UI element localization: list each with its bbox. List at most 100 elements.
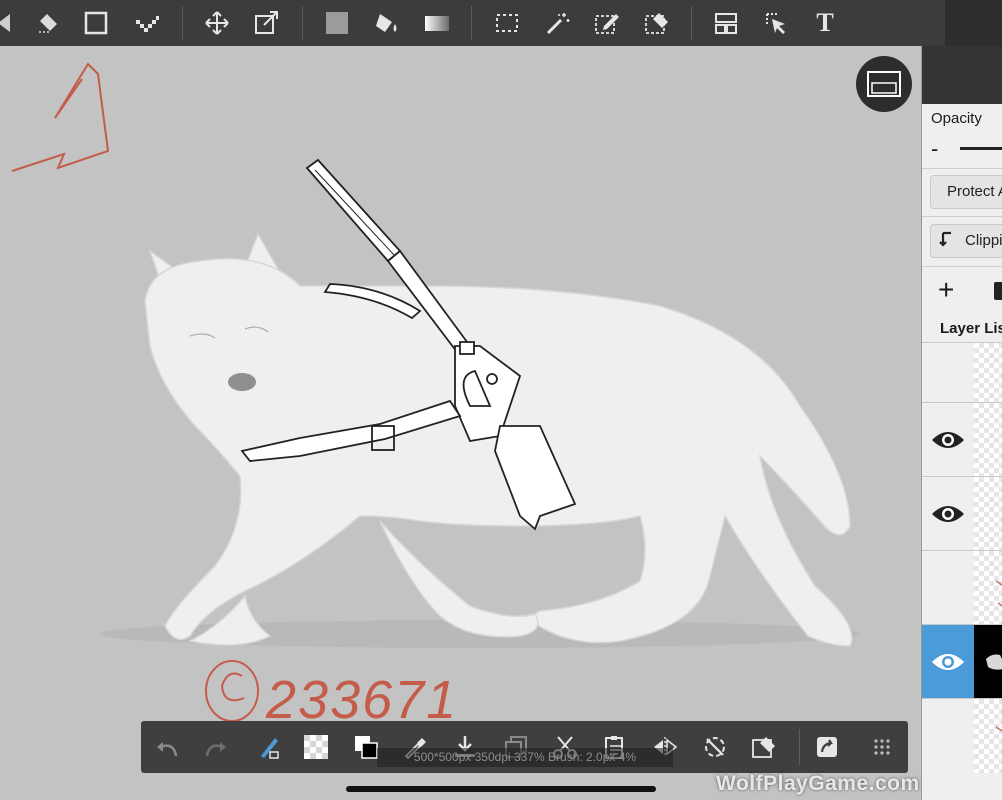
panel-divider: [922, 266, 1002, 267]
layer-visibility-toggle[interactable]: [922, 551, 974, 625]
bottom-toolbar: 500*500px 350dpi 337% Brush: 2.0px 4%: [141, 721, 908, 773]
layer-visibility-toggle[interactable]: [922, 699, 974, 773]
frame-divider-button[interactable]: [707, 4, 745, 42]
app-window: { "top_toolbar": { "tools": [ {"icon": "…: [0, 0, 1002, 800]
opacity-slider[interactable]: [960, 147, 1002, 150]
signature-drawing: [205, 660, 259, 722]
protect-alpha-label: Protect Alpha: [947, 183, 1002, 200]
canvas-artwork: 233671: [11, 62, 860, 730]
rotate-button[interactable]: [696, 728, 734, 766]
eye-icon: [932, 506, 964, 522]
layer-row-6[interactable]: [922, 698, 1002, 773]
dot-pen-icon: [136, 16, 159, 32]
magic-wand-icon: [546, 13, 570, 35]
toolbar-divider: [471, 6, 472, 40]
bucket-icon: [376, 14, 397, 32]
brush-icon: [0, 14, 10, 32]
rotate-icon: [705, 737, 725, 757]
select-pen-button[interactable]: [588, 4, 626, 42]
panel-header: [922, 46, 1002, 104]
navigator-icon: [867, 71, 901, 97]
layer-thumbnail: [974, 551, 1002, 625]
bucket-tool-button[interactable]: [368, 4, 406, 42]
opacity-minus-button[interactable]: -: [931, 136, 938, 162]
layer-visibility-toggle[interactable]: [922, 403, 974, 477]
layer-row-3[interactable]: [922, 476, 1002, 551]
transparent-icon: [304, 735, 328, 759]
clipping-arrow-icon: [939, 231, 951, 247]
toolbar-divider: [302, 6, 303, 40]
eye-icon: [932, 432, 964, 448]
layer-row-4[interactable]: [922, 550, 1002, 625]
watermark-text: WolfPlayGame.com: [716, 772, 920, 795]
top-right-strip: [945, 0, 1002, 46]
bottom-toolbar-divider: [799, 729, 800, 765]
color-swap-icon: [355, 736, 378, 759]
share-icon: [817, 737, 837, 757]
select-eraser-icon: [645, 13, 668, 34]
drawing-canvas[interactable]: 233671: [0, 46, 921, 800]
layer-thumbnail-sketch: [995, 580, 1002, 607]
fill-color-button[interactable]: [318, 4, 356, 42]
redo-button[interactable]: [197, 728, 235, 766]
toolbar-divider: [691, 6, 692, 40]
operation-icon: [766, 13, 785, 34]
layer-row-2[interactable]: [922, 402, 1002, 477]
transform-tool-button[interactable]: [247, 4, 285, 42]
undo-icon: [157, 742, 178, 757]
home-indicator[interactable]: [346, 786, 656, 792]
operation-tool-button[interactable]: [757, 4, 795, 42]
toolbar-divider: [182, 6, 183, 40]
layer-thumbnail: [974, 699, 1002, 773]
frame-divider-icon: [715, 13, 737, 34]
layer-thumbnail: [974, 625, 1002, 699]
opacity-label: Opacity: [931, 110, 982, 127]
layer-thumbnail-wolf: [986, 654, 1002, 670]
layer-thumbnail-sketch: [995, 726, 1002, 732]
layer-list-label: Layer List: [940, 320, 1002, 337]
redo-icon: [205, 742, 226, 757]
gradient-tool-button[interactable]: [418, 4, 456, 42]
undo-button[interactable]: [148, 728, 186, 766]
layer-row-5-selected[interactable]: [922, 624, 1002, 699]
move-icon: [205, 11, 229, 35]
add-layer-button[interactable]: +: [938, 274, 954, 306]
clipping-button[interactable]: Clipping: [930, 224, 1002, 258]
layer-visibility-toggle[interactable]: [922, 625, 974, 699]
eraser-icon: [39, 14, 57, 33]
transform-icon: [255, 11, 278, 34]
eraser-tool-button[interactable]: [29, 4, 67, 42]
select-rect-button[interactable]: [488, 4, 526, 42]
dot-pen-tool-button[interactable]: [128, 4, 166, 42]
menu-button[interactable]: [863, 728, 901, 766]
shape-icon: [84, 11, 108, 35]
text-tool-button[interactable]: T: [806, 4, 844, 42]
layer-thumbnail: [974, 403, 1002, 477]
share-button[interactable]: [808, 728, 846, 766]
brush-color-icon: [261, 738, 279, 759]
layer-thumbnail: [974, 477, 1002, 551]
clear-button[interactable]: [745, 728, 783, 766]
layer-panel: Opacity - Protect Alpha Clipping + Layer…: [921, 46, 1002, 800]
shape-tool-button[interactable]: [77, 4, 115, 42]
transparent-color-button[interactable]: [297, 728, 335, 766]
select-pen-icon: [595, 14, 619, 34]
red-sketch-mark: [11, 62, 110, 172]
text-icon: T: [816, 8, 834, 37]
top-toolbar: T: [0, 0, 945, 46]
eye-icon: [932, 654, 964, 670]
canvas-status-text: 500*500px 350dpi 337% Brush: 2.0px 4%: [377, 748, 673, 767]
select-eraser-button[interactable]: [638, 4, 676, 42]
move-tool-button[interactable]: [198, 4, 236, 42]
fill-color-icon: [326, 12, 348, 34]
delete-layer-button[interactable]: [994, 282, 1002, 300]
brush-tool-button[interactable]: [0, 4, 16, 42]
magic-wand-button[interactable]: [539, 4, 577, 42]
select-rect-icon: [496, 14, 518, 32]
protect-alpha-button[interactable]: Protect Alpha: [930, 175, 1002, 209]
navigator-button[interactable]: [856, 56, 912, 112]
brush-color-button[interactable]: [249, 728, 287, 766]
layer-visibility-toggle[interactable]: [922, 477, 974, 551]
panel-divider: [922, 216, 1002, 217]
panel-divider: [922, 168, 1002, 169]
